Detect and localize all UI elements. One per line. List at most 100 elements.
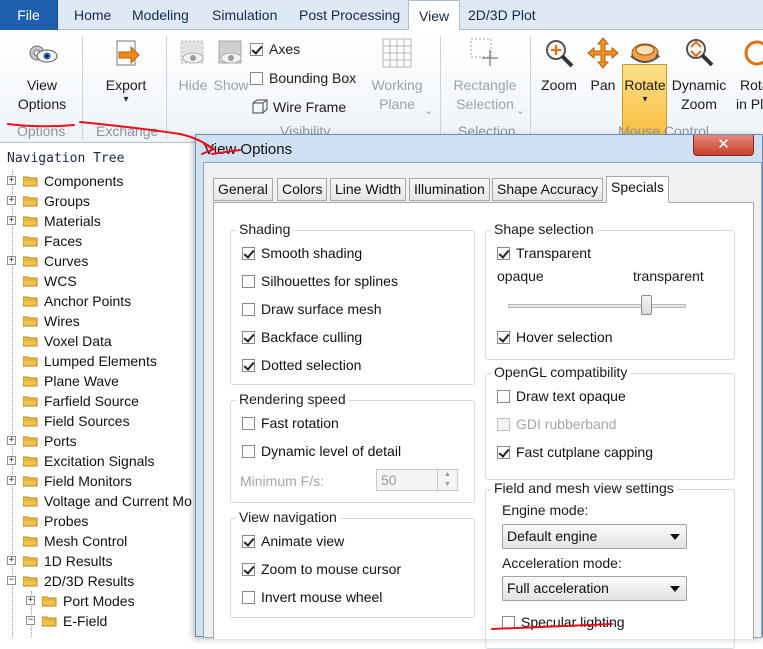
- view-options-button[interactable]: View Options: [8, 36, 76, 114]
- tree-item[interactable]: Mesh Control: [0, 531, 200, 551]
- expand-icon[interactable]: +: [7, 196, 16, 205]
- expand-icon[interactable]: +: [7, 456, 16, 465]
- pan-button[interactable]: Pan: [584, 36, 622, 95]
- invert-mouse-wheel-checkbox[interactable]: [242, 591, 255, 604]
- tree-item[interactable]: Farfield Source: [0, 391, 200, 411]
- collapse-icon[interactable]: −: [26, 616, 35, 625]
- tab-home[interactable]: Home: [64, 0, 121, 30]
- rectangle-selection-button[interactable]: Rectangle Selection ⌄: [450, 36, 525, 117]
- working-plane-button[interactable]: Working Plane ⌄: [368, 36, 433, 117]
- specular-lighting-option[interactable]: Specular lighting: [502, 612, 625, 632]
- tree-item[interactable]: + Curves: [0, 251, 200, 271]
- tab-specials[interactable]: Specials: [606, 176, 669, 203]
- expand-icon[interactable]: +: [26, 596, 35, 605]
- bounding-box-checkbox[interactable]: [250, 72, 263, 85]
- tree-item[interactable]: Probes: [0, 511, 200, 531]
- draw-text-opaque-option[interactable]: Draw text opaque: [497, 386, 626, 406]
- gdi-rubberband-option[interactable]: GDI rubberband: [497, 414, 616, 434]
- tree-item[interactable]: Plane Wave: [0, 371, 200, 391]
- dynamic-lod-checkbox[interactable]: [242, 445, 255, 458]
- tab-general[interactable]: General: [213, 178, 273, 201]
- backface-culling-checkbox[interactable]: [242, 331, 255, 344]
- tree-item[interactable]: − 2D/3D Results: [0, 571, 200, 591]
- expand-icon[interactable]: +: [7, 556, 16, 565]
- tree-item[interactable]: WCS: [0, 271, 200, 291]
- tree-item[interactable]: + Components: [0, 171, 200, 191]
- tab-colors[interactable]: Colors: [277, 178, 328, 201]
- dotted-selection-checkbox[interactable]: [242, 359, 255, 372]
- fast-cutplane-option[interactable]: Fast cutplane capping: [497, 442, 653, 462]
- tree-item[interactable]: Anchor Points: [0, 291, 200, 311]
- tree-item[interactable]: Field Sources: [0, 411, 200, 431]
- hover-selection-checkbox[interactable]: [497, 331, 510, 344]
- fast-rotation-checkbox[interactable]: [242, 417, 255, 430]
- dialog-close-button[interactable]: ✕: [693, 135, 754, 156]
- tree-item[interactable]: + Materials: [0, 211, 200, 231]
- fast-cutplane-checkbox[interactable]: [497, 446, 510, 459]
- tree-item[interactable]: +1D Results: [0, 551, 200, 571]
- tab-file[interactable]: File: [0, 0, 58, 30]
- tree-item[interactable]: Voxel Data: [0, 331, 200, 351]
- specular-lighting-checkbox[interactable]: [502, 616, 515, 629]
- rotate-button[interactable]: Rotate ▾: [622, 36, 668, 105]
- spin-down-icon[interactable]: ▼: [437, 480, 457, 490]
- animate-view-checkbox[interactable]: [242, 535, 255, 548]
- silhouettes-option[interactable]: Silhouettes for splines: [242, 271, 398, 291]
- export-button[interactable]: Export ▾: [96, 36, 156, 105]
- tree-item[interactable]: Voltage and Current Mo: [0, 491, 200, 511]
- animate-view-option[interactable]: Animate view: [242, 531, 344, 551]
- tree-item[interactable]: + Field Monitors: [0, 471, 200, 491]
- smooth-shading-option[interactable]: Smooth shading: [242, 243, 362, 263]
- rotate-in-plane-button[interactable]: Rota in Pl: [734, 36, 763, 114]
- tab-modeling[interactable]: Modeling: [122, 0, 199, 30]
- transparency-slider-track[interactable]: [508, 304, 686, 308]
- tree-item[interactable]: − E-Field: [0, 611, 200, 631]
- tab-shape-accuracy[interactable]: Shape Accuracy: [492, 178, 604, 201]
- transparency-slider-thumb[interactable]: [641, 295, 653, 315]
- tab-line-width[interactable]: Line Width: [330, 178, 407, 201]
- silhouettes-checkbox[interactable]: [242, 275, 255, 288]
- tree-item[interactable]: + Groups: [0, 191, 200, 211]
- smooth-shading-checkbox[interactable]: [242, 247, 255, 260]
- draw-text-opaque-checkbox[interactable]: [497, 390, 510, 403]
- expand-icon[interactable]: +: [7, 476, 16, 485]
- expand-icon[interactable]: +: [7, 436, 16, 445]
- tab-illumination[interactable]: Illumination: [409, 178, 490, 201]
- rotate-dropdown-arrow[interactable]: ▾: [622, 95, 668, 105]
- tree-item[interactable]: + Port Modes: [0, 591, 200, 611]
- axes-toggle[interactable]: Axes: [250, 38, 300, 60]
- tab-post-processing[interactable]: Post Processing: [289, 0, 410, 30]
- engine-mode-select[interactable]: Default engine: [502, 524, 687, 549]
- acceleration-mode-select[interactable]: Full acceleration: [502, 576, 687, 601]
- minimum-fps-input[interactable]: 50 ▲ ▼: [376, 469, 458, 491]
- fast-rotation-option[interactable]: Fast rotation: [242, 413, 339, 433]
- backface-culling-option[interactable]: Backface culling: [242, 327, 362, 347]
- zoom-to-mouse-option[interactable]: Zoom to mouse cursor: [242, 559, 401, 579]
- draw-surface-mesh-checkbox[interactable]: [242, 303, 255, 316]
- spin-up-icon[interactable]: ▲: [437, 470, 457, 480]
- invert-mouse-wheel-option[interactable]: Invert mouse wheel: [242, 587, 382, 607]
- zoom-button[interactable]: Zoom: [538, 36, 580, 95]
- working-plane-dropdown-icon[interactable]: ⌄: [424, 102, 433, 121]
- draw-surface-mesh-option[interactable]: Draw surface mesh: [242, 299, 382, 319]
- tree-item[interactable]: + Excitation Signals: [0, 451, 200, 471]
- show-button[interactable]: Show: [212, 36, 250, 95]
- tab-2d3d-plot[interactable]: 2D/3D Plot: [458, 0, 546, 30]
- collapse-icon[interactable]: −: [7, 576, 16, 585]
- tree-item[interactable]: + Ports: [0, 431, 200, 451]
- transparent-option[interactable]: Transparent: [497, 243, 591, 263]
- tree-item[interactable]: Wires: [0, 311, 200, 331]
- gdi-rubberband-checkbox[interactable]: [497, 418, 510, 431]
- navigation-tree[interactable]: + Components + Groups + Materials Faces + Curves…: [0, 171, 200, 637]
- expand-icon[interactable]: +: [7, 256, 16, 265]
- rectangle-selection-dropdown-icon[interactable]: ⌄: [516, 102, 525, 121]
- wire-frame-toggle[interactable]: Wire Frame: [252, 96, 346, 118]
- export-dropdown-arrow[interactable]: ▾: [96, 95, 156, 105]
- tree-item[interactable]: Lumped Elements: [0, 351, 200, 371]
- dynamic-lod-option[interactable]: Dynamic level of detail: [242, 441, 401, 461]
- bounding-box-toggle[interactable]: Bounding Box: [250, 67, 356, 89]
- tree-item[interactable]: Faces: [0, 231, 200, 251]
- expand-icon[interactable]: +: [7, 216, 16, 225]
- tab-simulation[interactable]: Simulation: [202, 0, 287, 30]
- hide-button[interactable]: Hide: [174, 36, 212, 95]
